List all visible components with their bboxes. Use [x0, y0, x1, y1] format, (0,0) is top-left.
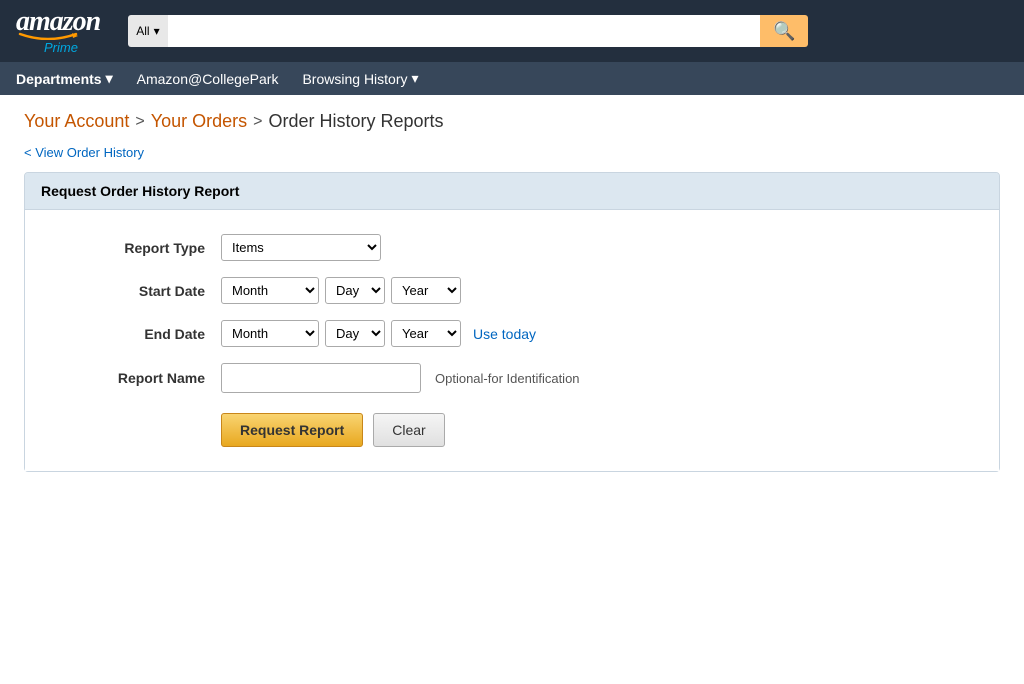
start-date-row: Start Date Month JanuaryFebruary MarchAp… [41, 277, 983, 304]
start-date-controls: Month JanuaryFebruary MarchApril MayJune… [221, 277, 461, 304]
end-month-select[interactable]: Month JanuaryFebruary MarchApril MayJune… [221, 320, 319, 347]
start-year-select[interactable]: Year 20242023 20222021 20202019 [391, 277, 461, 304]
form-section-title: Request Order History Report [25, 173, 999, 210]
start-day-select[interactable]: Day 123 456 789 101112 131415 161718 192… [325, 277, 385, 304]
search-category-dropdown[interactable]: All ▾ [128, 15, 167, 47]
chevron-down-icon: ▾ [106, 70, 113, 87]
report-name-row: Report Name Optional-for Identification [41, 363, 983, 393]
departments-menu[interactable]: Departments ▾ [16, 70, 113, 87]
view-order-history-link[interactable]: < View Order History [24, 145, 144, 160]
breadcrumb: Your Account > Your Orders > Order Histo… [0, 95, 1024, 140]
report-type-row: Report Type Items Returns Shipments Refu… [41, 234, 983, 261]
end-day-select[interactable]: Day 123 456 789 101112 131415 161718 192… [325, 320, 385, 347]
use-today-link[interactable]: Use today [473, 326, 536, 342]
view-order-history-section: < View Order History [0, 140, 1024, 172]
button-row: Request Report Clear [221, 413, 983, 447]
browsing-history-label: Browsing History [302, 71, 407, 87]
report-name-input[interactable] [221, 363, 421, 393]
report-name-label: Report Name [41, 370, 221, 386]
optional-label: Optional-for Identification [435, 371, 580, 386]
report-name-controls: Optional-for Identification [221, 363, 580, 393]
request-report-button[interactable]: Request Report [221, 413, 363, 447]
chevron-down-icon: ▾ [412, 70, 419, 87]
search-input[interactable] [168, 15, 761, 47]
clear-button[interactable]: Clear [373, 413, 444, 447]
breadcrumb-separator-2: > [253, 113, 262, 131]
end-year-select[interactable]: Year 20242023 20222021 20202019 [391, 320, 461, 347]
end-date-controls: Month JanuaryFebruary MarchApril MayJune… [221, 320, 536, 347]
account-label[interactable]: Amazon@CollegePark [137, 71, 279, 87]
chevron-down-icon: ▾ [154, 24, 160, 38]
search-container: All ▾ 🔍 [128, 15, 808, 47]
top-header: amazon Prime All ▾ 🔍 [0, 0, 1024, 62]
logo-area: amazon Prime [16, 8, 100, 54]
prime-label: Prime [44, 41, 100, 54]
search-button[interactable]: 🔍 [760, 15, 808, 47]
breadcrumb-current-page: Order History Reports [269, 111, 444, 132]
breadcrumb-separator-1: > [135, 113, 144, 131]
report-type-label: Report Type [41, 240, 221, 256]
end-date-label: End Date [41, 326, 221, 342]
browsing-history-menu[interactable]: Browsing History ▾ [302, 70, 418, 87]
search-icon: 🔍 [773, 21, 795, 42]
start-month-select[interactable]: Month JanuaryFebruary MarchApril MayJune… [221, 277, 319, 304]
nav-bar: Departments ▾ Amazon@CollegePark Browsin… [0, 62, 1024, 95]
departments-label: Departments [16, 71, 102, 87]
end-date-row: End Date Month JanuaryFebruary MarchApri… [41, 320, 983, 347]
form-body: Report Type Items Returns Shipments Refu… [25, 210, 999, 471]
breadcrumb-your-account[interactable]: Your Account [24, 111, 129, 132]
report-type-controls: Items Returns Shipments Refunds Transact… [221, 234, 381, 261]
amazon-smile-icon [18, 32, 78, 40]
search-category-label: All [136, 24, 149, 38]
breadcrumb-your-orders[interactable]: Your Orders [151, 111, 247, 132]
request-report-form-container: Request Order History Report Report Type… [24, 172, 1000, 472]
start-date-label: Start Date [41, 283, 221, 299]
report-type-select[interactable]: Items Returns Shipments Refunds Transact… [221, 234, 381, 261]
